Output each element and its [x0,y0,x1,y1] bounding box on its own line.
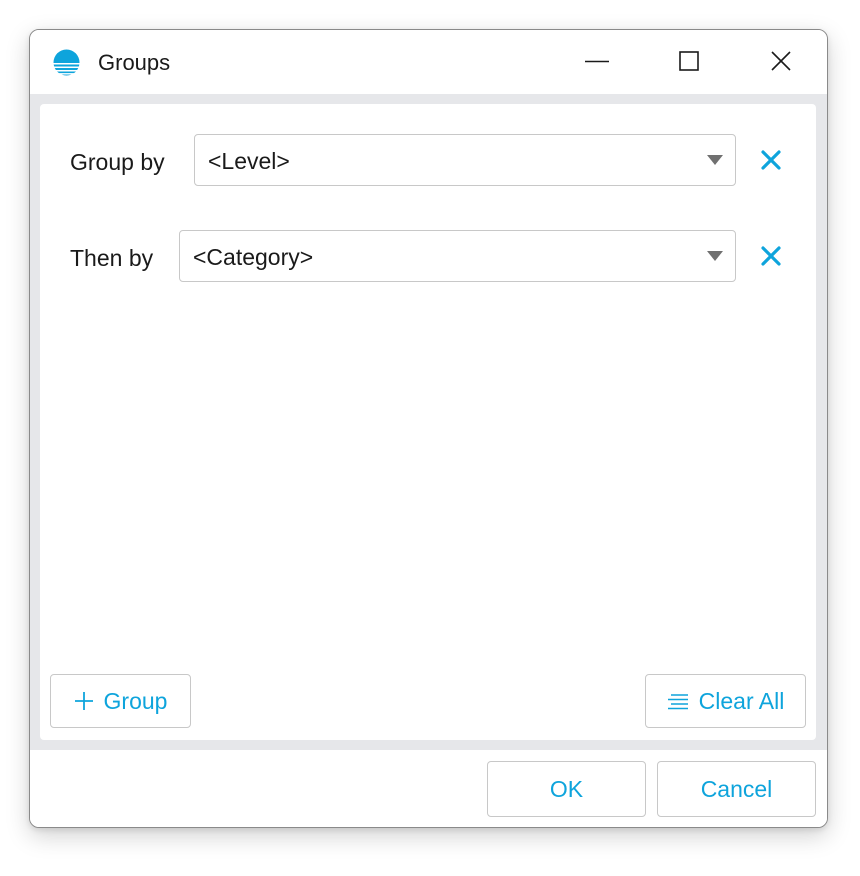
clear-all-label: Clear All [698,687,785,714]
group-list-panel: Group by <Level> Then by <Category> Grou… [40,104,816,740]
minimize-icon [584,48,610,79]
groups-dialog: Groups Group by <Level> Then by <Categor… [29,29,828,828]
chevron-down-icon [707,251,723,261]
add-group-button[interactable]: Group [50,674,191,728]
plus-icon [74,691,94,711]
cancel-button[interactable]: Cancel [657,761,816,817]
then-by-value: <Category> [193,244,314,270]
maximize-button[interactable] [666,40,712,86]
add-group-label: Group [103,687,168,714]
clear-lines-icon [667,692,689,710]
remove-x-icon [761,149,781,175]
title-bar: Groups [30,30,827,94]
chevron-down-icon [707,155,723,165]
content-frame: Group by <Level> Then by <Category> Grou… [30,94,827,750]
cancel-label: Cancel [700,775,773,802]
group-by-label: Group by [70,149,165,175]
then-by-label: Then by [70,245,154,271]
clear-all-button[interactable]: Clear All [645,674,806,728]
remove-x-icon [761,245,781,271]
close-button[interactable] [758,40,804,86]
maximize-icon [679,50,699,76]
group-by-value: <Level> [208,148,290,174]
ok-label: OK [549,775,584,802]
close-icon [771,50,791,76]
remove-group-by-button[interactable] [756,147,786,177]
sunset-icon [53,49,80,76]
remove-then-by-button[interactable] [756,243,786,273]
group-by-dropdown[interactable]: <Level> [194,134,736,186]
then-by-dropdown[interactable]: <Category> [179,230,736,282]
minimize-button[interactable] [574,40,620,86]
dialog-footer: OK Cancel [30,750,827,827]
window-title: Groups [98,50,171,75]
ok-button[interactable]: OK [487,761,646,817]
